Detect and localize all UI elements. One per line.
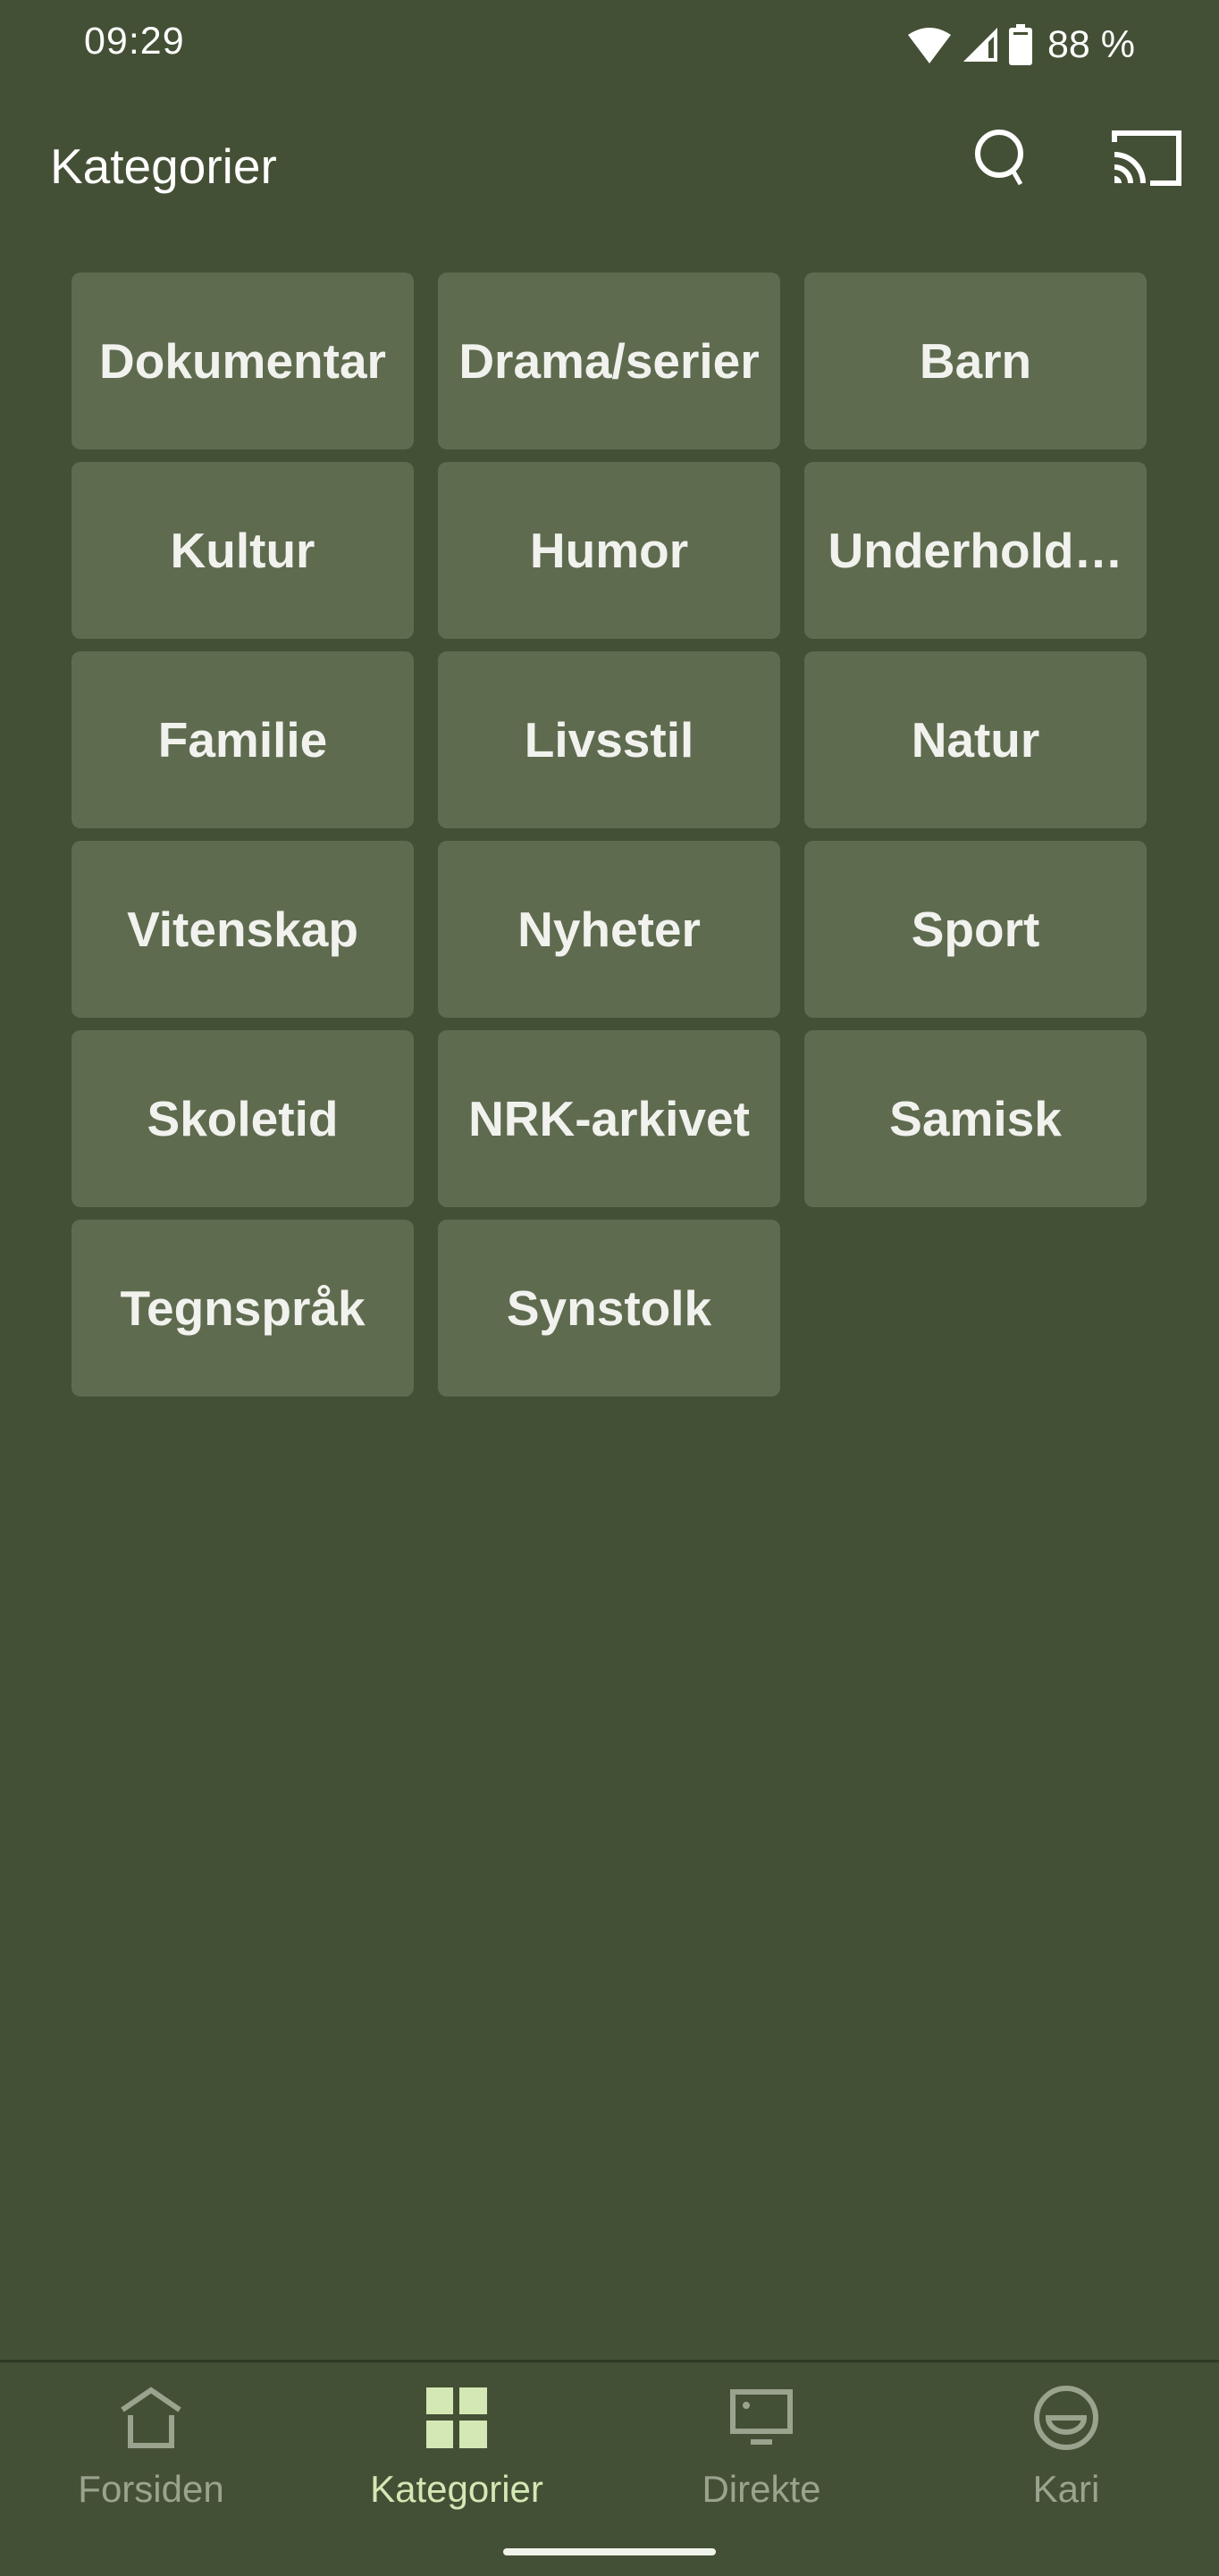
category-tile-kultur[interactable]: Kultur	[71, 462, 414, 639]
category-tile-livsstil[interactable]: Livsstil	[438, 651, 780, 828]
wifi-icon	[906, 26, 953, 63]
battery-icon	[1008, 24, 1033, 65]
category-label: Livsstil	[524, 712, 694, 768]
app-bar: Kategorier	[0, 116, 1219, 216]
category-label: Barn	[919, 333, 1032, 389]
category-tile-humor[interactable]: Humor	[438, 462, 780, 639]
search-icon	[972, 127, 1035, 194]
category-label: Sport	[911, 902, 1040, 957]
page-title: Kategorier	[50, 138, 277, 194]
category-tile-underholdning[interactable]: Underholdning	[804, 462, 1147, 639]
nav-item-forsiden[interactable]: Forsiden	[17, 2382, 285, 2516]
nav-label: Forsiden	[78, 2468, 224, 2510]
search-button[interactable]	[963, 120, 1044, 200]
category-tile-vitenskap[interactable]: Vitenskap	[71, 841, 414, 1018]
grid-icon	[421, 2382, 492, 2454]
home-icon	[115, 2382, 187, 2454]
category-tile-tegnsprak[interactable]: Tegnspråk	[71, 1220, 414, 1397]
category-label: Vitenskap	[127, 902, 358, 957]
category-label: Skoletid	[147, 1091, 339, 1146]
category-label: Drama/serier	[458, 333, 760, 389]
category-label: Tegnspråk	[120, 1280, 366, 1336]
category-tile-barn[interactable]: Barn	[804, 273, 1147, 449]
category-tile-skoletid[interactable]: Skoletid	[71, 1030, 414, 1207]
nav-item-kategorier[interactable]: Kategorier	[323, 2382, 591, 2516]
status-bar: 09:29 88 %	[0, 0, 1219, 89]
category-tile-natur[interactable]: Natur	[804, 651, 1147, 828]
tv-icon	[726, 2382, 797, 2454]
nav-item-direkte[interactable]: Direkte	[627, 2382, 895, 2516]
category-label: Underholdning	[828, 523, 1123, 578]
category-label: Humor	[529, 523, 689, 578]
category-label: Kultur	[170, 523, 315, 578]
category-tile-nrk-arkivet[interactable]: NRK-arkivet	[438, 1030, 780, 1207]
nav-label: Kari	[1032, 2468, 1100, 2510]
category-label: Nyheter	[517, 902, 701, 957]
category-tile-nyheter[interactable]: Nyheter	[438, 841, 780, 1018]
category-label: Dokumentar	[99, 333, 386, 389]
status-time: 09:29	[84, 20, 185, 63]
cellular-signal-icon	[962, 26, 999, 63]
cast-icon	[1111, 130, 1182, 191]
battery-percentage: 88 %	[1047, 22, 1135, 66]
category-tile-samisk[interactable]: Samisk	[804, 1030, 1147, 1207]
category-label: Familie	[157, 712, 328, 768]
home-indicator-bar[interactable]	[503, 2548, 716, 2555]
category-tile-familie[interactable]: Familie	[71, 651, 414, 828]
cast-button[interactable]	[1106, 120, 1187, 200]
nav-label: Direkte	[702, 2468, 821, 2510]
category-tile-synstolk[interactable]: Synstolk	[438, 1220, 780, 1397]
category-tile-dokumentar[interactable]: Dokumentar	[71, 273, 414, 449]
category-tile-drama-serier[interactable]: Drama/serier	[438, 273, 780, 449]
category-label: Natur	[911, 712, 1040, 768]
status-icons: 88 %	[906, 20, 1135, 70]
category-label: Synstolk	[506, 1280, 712, 1336]
category-label: NRK-arkivet	[468, 1091, 750, 1146]
nav-label: Kategorier	[370, 2468, 543, 2510]
category-tile-sport[interactable]: Sport	[804, 841, 1147, 1018]
nav-item-kari-profile[interactable]: Kari	[932, 2382, 1200, 2516]
profile-smile-icon	[1030, 2382, 1102, 2454]
category-label: Samisk	[889, 1091, 1062, 1146]
category-grid: Dokumentar Drama/serier Barn Kultur Humo…	[71, 273, 1148, 1397]
bottom-navigation: Forsiden Kategorier Direkte Kari	[0, 2360, 1219, 2576]
